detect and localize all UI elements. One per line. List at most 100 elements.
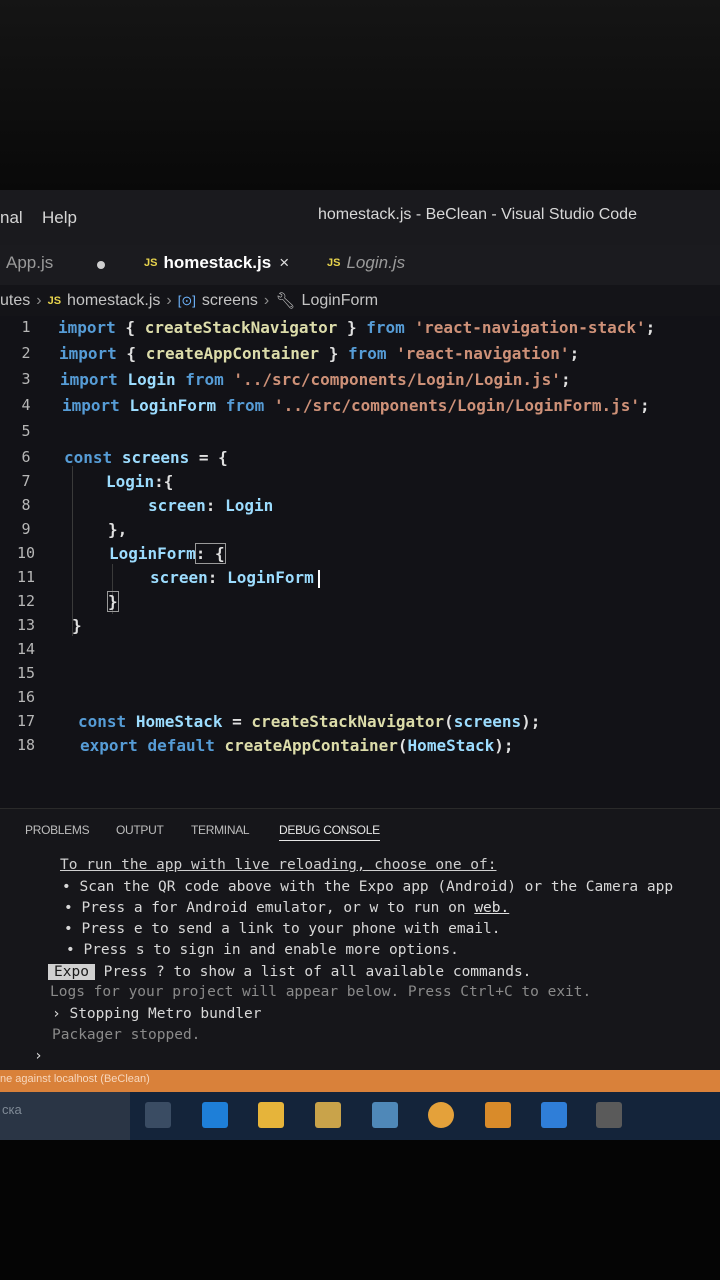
monitor-bezel-bottom: [0, 1140, 720, 1280]
terminal-line: Expo Press ? to show a list of all avail…: [48, 964, 531, 980]
tab-output[interactable]: OUTPUT: [116, 823, 164, 837]
code-text: import { createAppContainer } from 'reac…: [59, 344, 580, 363]
tab-login-js[interactable]: JS Login.js: [327, 253, 405, 273]
terminal-prompt[interactable]: ›: [34, 1048, 43, 1064]
code-line[interactable]: 17 const HomeStack = createStackNavigator…: [0, 712, 720, 736]
code-line[interactable]: 8 screen: Login: [0, 496, 720, 520]
task-view-icon[interactable]: [145, 1102, 171, 1128]
menu-help[interactable]: Help: [42, 208, 77, 228]
line-number: 17: [16, 712, 36, 730]
status-text: ne against localhost (BeClean): [0, 1073, 150, 1085]
vscode-icon[interactable]: [541, 1102, 567, 1128]
chrome-icon[interactable]: [428, 1102, 454, 1128]
close-icon[interactable]: ×: [279, 253, 289, 273]
code-line[interactable]: 2 import { createAppContainer } from 'rea…: [0, 344, 720, 368]
line-number: 1: [21, 318, 31, 336]
breadcrumb-file[interactable]: homestack.js: [67, 292, 160, 310]
line-number: 15: [16, 664, 36, 682]
code-line[interactable]: 5: [0, 422, 720, 446]
line-number: 12: [16, 592, 36, 610]
code-line[interactable]: 7 Login:{: [0, 472, 720, 496]
tab-homestack-js[interactable]: JS homestack.js ×: [144, 253, 289, 273]
tab-problems[interactable]: PROBLEMS: [25, 823, 90, 837]
chevron-right-icon: ›: [263, 292, 270, 309]
code-text: export default createAppContainer(HomeSt…: [80, 736, 514, 755]
tab-label: App.js: [6, 253, 54, 272]
breadcrumb-folder[interactable]: utes: [0, 292, 30, 310]
text-cursor: [317, 569, 320, 588]
breadcrumb-member[interactable]: LoginForm: [302, 292, 378, 310]
terminal-line: Logs for your project will appear below.…: [50, 984, 592, 1000]
code-line[interactable]: 9},: [0, 520, 720, 544]
title-bar: nal Help homestack.js - BeClean - Visual…: [0, 190, 720, 245]
unsaved-dot-icon: [97, 261, 105, 269]
line-number: 5: [21, 422, 31, 440]
line-number: 9: [21, 520, 31, 538]
chevron-right-icon: ›: [36, 292, 42, 309]
code-text: LoginForm: {: [109, 543, 226, 564]
mail-icon[interactable]: [372, 1102, 398, 1128]
js-file-icon: JS: [47, 295, 62, 307]
tab-terminal[interactable]: TERMINAL: [191, 823, 250, 837]
code-text: },: [108, 520, 128, 539]
file-explorer-icon[interactable]: [258, 1102, 284, 1128]
edge-icon[interactable]: [202, 1102, 228, 1128]
terminal-app-icon[interactable]: [596, 1102, 622, 1128]
js-file-icon: JS: [327, 257, 341, 269]
line-number: 11: [16, 568, 36, 586]
bottom-panel: PROBLEMS OUTPUT TERMINAL DEBUG CONSOLE T…: [0, 808, 720, 1071]
code-line[interactable]: 12}: [0, 591, 720, 616]
line-number: 13: [16, 616, 36, 634]
js-file-icon: JS: [144, 257, 158, 269]
breadcrumb-symbol[interactable]: screens: [202, 292, 258, 310]
terminal-line: • Scan the QR code above with the Expo a…: [62, 879, 674, 895]
code-line[interactable]: 14: [0, 640, 720, 664]
monitor-bezel-top: [0, 0, 720, 190]
tab-label: Login.js: [346, 253, 406, 272]
line-number: 2: [21, 344, 31, 362]
line-number: 18: [16, 736, 36, 754]
vscode-window: nal Help homestack.js - BeClean - Visual…: [0, 190, 720, 1140]
line-number: 10: [16, 544, 36, 562]
expo-badge: Expo: [48, 964, 95, 980]
line-number: 6: [21, 448, 31, 466]
code-line[interactable]: 18 export default createAppContainer(Home…: [0, 736, 720, 760]
search-text: ска: [2, 1102, 22, 1117]
code-text: screen: Login: [148, 496, 274, 515]
code-line[interactable]: 15: [0, 664, 720, 688]
code-line[interactable]: 3 import Login from '../src/components/Lo…: [0, 370, 720, 394]
editor-tabs: App.js JS homestack.js × JS Login.js: [0, 245, 720, 285]
line-number: 8: [21, 496, 31, 514]
store-icon[interactable]: [315, 1102, 341, 1128]
code-line[interactable]: 1 import { createStackNavigator } from 'r…: [0, 318, 720, 342]
line-number: 4: [21, 396, 31, 414]
menu-terminal[interactable]: nal: [0, 208, 23, 228]
terminal-line: • Press s to sign in and enable more opt…: [66, 942, 459, 958]
wrench-icon: 🔧︎: [275, 293, 296, 310]
tab-debug-console[interactable]: DEBUG CONSOLE: [279, 823, 380, 841]
breadcrumb: utes › JS homestack.js › [⊙] screens › 🔧…: [0, 288, 378, 314]
code-line[interactable]: 13}: [0, 616, 720, 640]
code-line[interactable]: 10 LoginForm: {: [0, 543, 720, 568]
code-text: import { createStackNavigator } from 're…: [58, 318, 656, 337]
code-line[interactable]: 11 screen: LoginForm: [0, 568, 720, 592]
tab-app-js[interactable]: App.js: [6, 253, 53, 273]
chevron-right-icon: ›: [166, 292, 172, 309]
code-editor[interactable]: 1 import { createStackNavigator } from 'r…: [0, 316, 720, 876]
taskbar-search[interactable]: ска: [0, 1092, 130, 1140]
app-icon[interactable]: [485, 1102, 511, 1128]
code-text: const screens = {: [64, 448, 228, 467]
line-number: 16: [16, 688, 36, 706]
code-line[interactable]: 4 import LoginForm from '../src/component…: [0, 396, 720, 420]
terminal-header: To run the app with live reloading, choo…: [60, 857, 497, 873]
terminal-line: › Stopping Metro bundler: [52, 1006, 262, 1022]
web-link[interactable]: web.: [474, 900, 509, 916]
taskbar: ска: [0, 1092, 720, 1140]
terminal-line: • Press a for Android emulator, or w to …: [64, 900, 510, 916]
line-number: 7: [21, 472, 31, 490]
code-line[interactable]: 6 const screens = {: [0, 448, 720, 472]
code-text: Login:{: [106, 472, 174, 491]
code-text: import Login from '../src/components/Log…: [60, 370, 571, 389]
code-line[interactable]: 16: [0, 688, 720, 712]
terminal-line: Packager stopped.: [52, 1027, 201, 1043]
